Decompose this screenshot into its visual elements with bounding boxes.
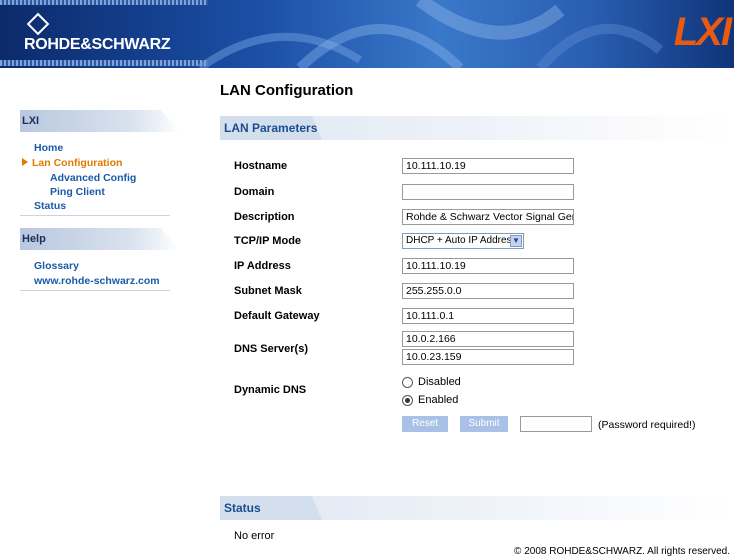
dynamic-dns-enabled-option[interactable]: Enabled	[402, 394, 458, 406]
password-required-note: (Password required!)	[598, 419, 696, 431]
radio-enabled[interactable]	[402, 394, 413, 406]
brand-logo: ROHDE&SCHWARZ	[24, 12, 171, 54]
tcpip-mode-select[interactable]: DHCP + Auto IP Address ▼	[402, 233, 524, 249]
sidebar-divider	[20, 290, 170, 291]
dynamic-dns-label: Dynamic DNS	[234, 384, 307, 396]
default-gateway-label: Default Gateway	[234, 310, 320, 322]
sidebar-section-help: Help	[20, 228, 180, 250]
page-title: LAN Configuration	[220, 82, 354, 99]
hostname-label: Hostname	[234, 160, 288, 172]
radio-enabled-label: Enabled	[418, 394, 459, 406]
sidebar-nav: LXI Home Lan Configuration Advanced Conf…	[20, 110, 180, 293]
description-label: Description	[234, 211, 295, 223]
status-message: No error	[234, 530, 275, 542]
sidebar-item-label: Lan Configuration	[32, 157, 123, 169]
radio-disabled-label: Disabled	[418, 376, 461, 388]
sidebar-item-home[interactable]: Home	[20, 140, 180, 155]
sidebar-divider	[20, 215, 170, 216]
default-gateway-input[interactable]: 10.111.0.1	[402, 308, 574, 324]
sidebar-item-ping-client[interactable]: Ping Client	[20, 184, 180, 198]
ip-address-input[interactable]: 10.111.10.19	[402, 258, 574, 274]
ip-address-label: IP Address	[234, 260, 291, 272]
domain-input[interactable]	[402, 184, 574, 200]
hostname-input[interactable]: 10.111.10.19	[402, 158, 574, 174]
status-section: Status No error	[220, 496, 730, 542]
main-content: LAN Configuration LAN Parameters	[220, 82, 730, 140]
section-header-status: Status	[220, 496, 730, 520]
dns-server-1-input[interactable]: 10.0.2.166	[402, 331, 574, 347]
sidebar-item-glossary[interactable]: Glossary	[20, 258, 180, 273]
dynamic-dns-disabled-option[interactable]: Disabled	[402, 376, 461, 388]
subnet-mask-input[interactable]: 255.255.0.0	[402, 283, 574, 299]
dns-server-2-input[interactable]: 10.0.23.159	[402, 349, 574, 365]
dns-servers-label: DNS Server(s)	[234, 343, 308, 355]
radio-disabled[interactable]	[402, 376, 413, 388]
section-header-lan-parameters: LAN Parameters	[220, 116, 730, 140]
chevron-down-icon[interactable]: ▼	[510, 235, 522, 247]
description-input[interactable]: Rohde & Schwarz Vector Signal Generator …	[402, 209, 574, 225]
sidebar-section-lxi: LXI	[20, 110, 180, 132]
tcpip-mode-value: DHCP + Auto IP Address	[406, 235, 517, 246]
reset-button[interactable]: Reset	[402, 416, 448, 432]
password-input[interactable]	[520, 416, 592, 432]
rs-diamond-icon	[26, 12, 50, 36]
active-arrow-icon	[22, 158, 28, 166]
header-banner: ROHDE&SCHWARZ LXI	[0, 0, 734, 68]
tcpip-mode-label: TCP/IP Mode	[234, 235, 302, 247]
footer-copyright: © 2008 ROHDE&SCHWARZ. All rights reserve…	[514, 546, 730, 557]
subnet-mask-label: Subnet Mask	[234, 285, 302, 297]
sidebar-item-status[interactable]: Status	[20, 198, 180, 213]
sidebar-item-website[interactable]: www.rohde-schwarz.com	[20, 273, 180, 288]
sidebar-item-advanced-config[interactable]: Advanced Config	[20, 170, 180, 184]
lxi-logo: LXI	[673, 10, 732, 54]
submit-button[interactable]: Submit	[460, 416, 508, 432]
brand-name: ROHDE&SCHWARZ	[24, 36, 171, 53]
sidebar-item-lan-configuration[interactable]: Lan Configuration	[20, 155, 180, 170]
domain-label: Domain	[234, 186, 275, 198]
